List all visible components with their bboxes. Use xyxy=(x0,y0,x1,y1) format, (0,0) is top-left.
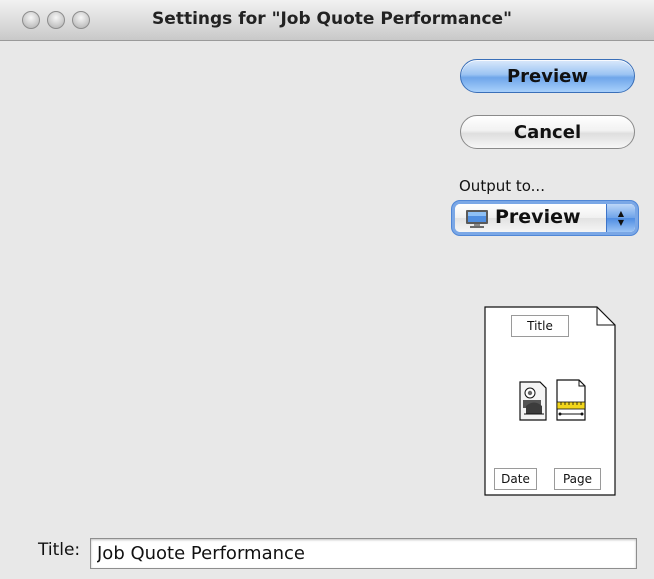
settings-window: Settings for "Job Quote Performance" Pre… xyxy=(0,0,654,579)
page-number-slot[interactable]: Page xyxy=(554,468,601,490)
title-slot[interactable]: Title xyxy=(511,315,569,337)
title-field-label: Title: xyxy=(38,540,81,560)
popup-selected-value: Preview xyxy=(495,206,581,228)
monitor-icon xyxy=(465,209,489,229)
window-title: Settings for "Job Quote Performance" xyxy=(152,9,512,29)
preview-button[interactable]: Preview xyxy=(460,59,635,93)
page-layout-preview: Title Date Page xyxy=(484,306,616,496)
title-bar[interactable]: Settings for "Job Quote Performance" xyxy=(0,0,654,41)
date-slot[interactable]: Date xyxy=(494,468,537,490)
popup-body: Preview ▲ ▼ xyxy=(455,204,635,232)
output-to-label: Output to... xyxy=(459,177,545,195)
title-input[interactable] xyxy=(90,538,637,569)
output-destination-popup[interactable]: Preview ▲ ▼ xyxy=(452,201,638,235)
popup-arrows-icon: ▲ ▼ xyxy=(606,204,635,232)
cancel-button[interactable]: Cancel xyxy=(460,115,635,149)
